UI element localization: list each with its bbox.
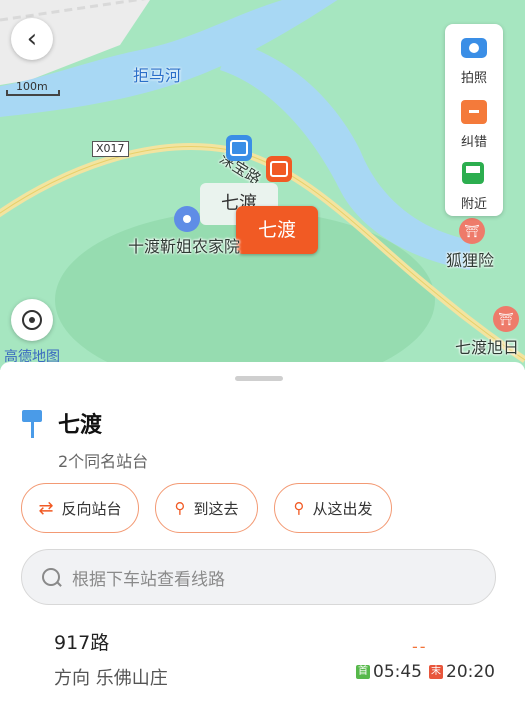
- report-error-icon: [461, 100, 487, 124]
- report-error-tool-button[interactable]: 纠错: [445, 92, 503, 152]
- poi-farmhouse-label[interactable]: 十渡靳姐农家院: [128, 233, 240, 257]
- poi-fox-label[interactable]: 狐狸险: [446, 247, 494, 271]
- back-button[interactable]: ‹: [11, 18, 53, 60]
- nearby-tool-label: 附近: [460, 197, 487, 212]
- service-hours: 首 05:45 末 20:20: [356, 662, 495, 682]
- search-placeholder: 根据下车站查看线路: [72, 569, 225, 590]
- map-view[interactable]: ‹ 拒马河 100m X017 涞宝路 七渡 七渡 十渡靳姐农家院 ⛩ 狐狸险 …: [0, 0, 525, 370]
- first-bus-tag: 首: [356, 665, 370, 679]
- bus-stop-sign-icon: [22, 410, 42, 438]
- reverse-stop-label: 反向站台: [61, 499, 122, 518]
- stop-detail-sheet: 七渡 2个同名站台 ⇄ 反向站台 ⚲ 到这去 ⚲ 从这出发 根据下车站查看线路 …: [0, 362, 525, 723]
- search-icon: [42, 568, 62, 587]
- go-here-button[interactable]: ⚲ 到这去: [155, 483, 258, 533]
- route-to-icon: ⚲: [174, 499, 186, 517]
- location-pin-icon[interactable]: [174, 206, 200, 232]
- camera-icon: [461, 38, 487, 58]
- route-from-icon: ⚲: [293, 499, 305, 517]
- first-bus-time: 05:45: [373, 662, 422, 682]
- same-name-stops-link[interactable]: 2个同名站台: [58, 448, 148, 472]
- scenic-spot-icon[interactable]: ⛩: [493, 306, 519, 332]
- river-label: 拒马河: [133, 66, 182, 85]
- nearby-bus-icon: [462, 162, 484, 184]
- map-scale: 100m: [6, 80, 60, 96]
- bus-stop-marker[interactable]: [226, 135, 252, 161]
- bus-icon: [230, 140, 248, 156]
- last-bus-time: 20:20: [446, 662, 495, 682]
- bus-stop-marker-selected[interactable]: [266, 156, 292, 182]
- map-toolbox: 拍照 纠错 附近: [445, 24, 503, 216]
- reverse-stop-button[interactable]: ⇄ 反向站台: [21, 483, 139, 533]
- swap-arrows-icon: ⇄: [38, 497, 54, 519]
- chevron-left-icon: ‹: [26, 24, 38, 54]
- start-from-here-label: 从这出发: [312, 499, 373, 518]
- camera-tool-label: 拍照: [460, 71, 487, 86]
- realtime-status: --: [412, 637, 428, 656]
- bus-line-name[interactable]: 917路: [54, 628, 109, 655]
- bus-icon: [270, 161, 288, 177]
- bus-line-direction: 方向 乐佛山庄: [54, 668, 168, 689]
- go-here-label: 到这去: [193, 499, 239, 518]
- stop-title: 七渡: [58, 413, 103, 438]
- camera-tool-button[interactable]: 拍照: [445, 28, 503, 88]
- scenic-spot-icon[interactable]: ⛩: [459, 218, 485, 244]
- sheet-drag-handle[interactable]: [235, 376, 283, 381]
- road-code-badge: X017: [92, 141, 129, 157]
- start-from-here-button[interactable]: ⚲ 从这出发: [274, 483, 392, 533]
- destination-search-bar[interactable]: 根据下车站查看线路: [21, 549, 496, 605]
- stop-bubble-selected[interactable]: 七渡: [236, 206, 318, 254]
- last-bus-tag: 末: [429, 665, 443, 679]
- report-error-tool-label: 纠错: [460, 135, 487, 150]
- locate-button[interactable]: [11, 299, 53, 341]
- poi-qidu-label[interactable]: 七渡旭日: [455, 334, 519, 358]
- nearby-tool-button[interactable]: 附近: [445, 154, 503, 214]
- crosshair-icon: [22, 310, 42, 330]
